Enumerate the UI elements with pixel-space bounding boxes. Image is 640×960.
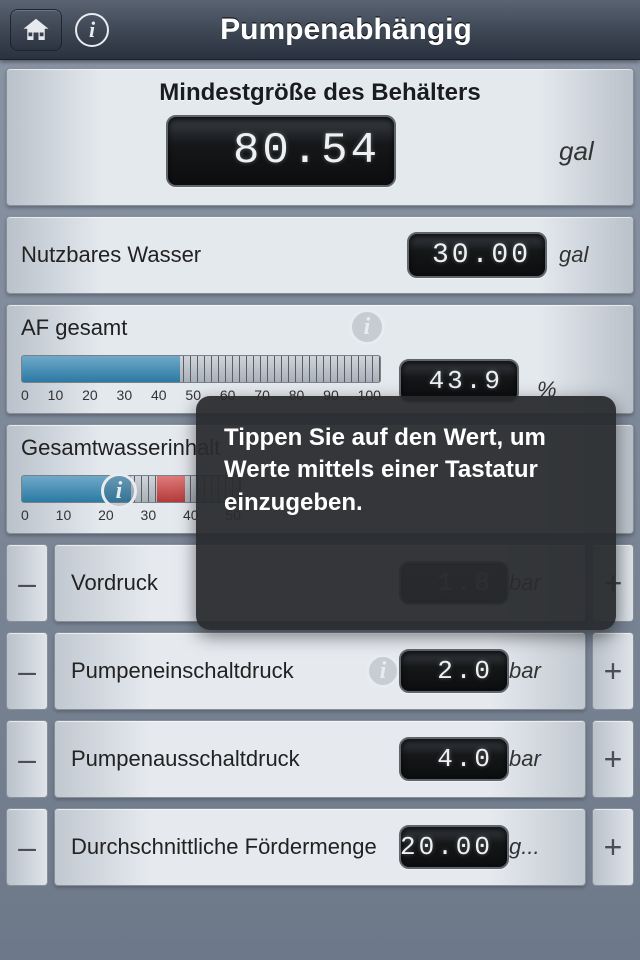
min-size-title: Mindestgröße des Behälters — [21, 79, 619, 107]
step-panel: Durchschnittliche Fördermenge 20.00 g... — [54, 808, 586, 886]
step-panel: Pumpeneinschaltdruck i 2.0 bar — [54, 632, 586, 710]
info-button[interactable]: i — [70, 9, 114, 51]
tooltip-text: Tippen Sie auf den Wert, um Werte mittel… — [224, 424, 546, 516]
usable-water-label: Nutzbares Wasser — [21, 242, 201, 268]
total-volume-info-button[interactable]: i — [99, 471, 139, 511]
increment-button[interactable]: + — [592, 632, 634, 710]
home-icon — [21, 15, 51, 45]
step-value[interactable]: 20.00 — [399, 825, 509, 869]
step-row: – Durchschnittliche Fördermenge 20.00 g.… — [6, 808, 634, 886]
step-unit: bar — [509, 658, 569, 684]
af-total-label: AF gesamt — [21, 315, 619, 341]
step-unit: bar — [509, 746, 569, 772]
panel-min-size: Mindestgröße des Behälters 80.54 gal — [6, 68, 634, 206]
decrement-button[interactable]: – — [6, 808, 48, 886]
content-area: Mindestgröße des Behälters 80.54 gal Nut… — [0, 60, 640, 960]
row-info-button[interactable]: i — [363, 651, 403, 691]
usable-water-value[interactable]: 30.00 — [407, 232, 547, 278]
decrement-button[interactable]: – — [6, 544, 48, 622]
decrement-button[interactable]: – — [6, 720, 48, 798]
info-icon: i — [366, 654, 400, 688]
step-value[interactable]: 2.0 — [399, 649, 509, 693]
panel-usable-water: Nutzbares Wasser 30.00 gal — [6, 216, 634, 294]
step-panel: Pumpenausschaltdruck 4.0 bar — [54, 720, 586, 798]
info-icon: i — [101, 473, 137, 509]
info-icon: i — [75, 13, 109, 47]
increment-button[interactable]: + — [592, 720, 634, 798]
tooltip-overlay[interactable]: Tippen Sie auf den Wert, um Werte mittel… — [196, 396, 616, 630]
home-button[interactable] — [10, 9, 62, 51]
info-icon: i — [349, 309, 385, 345]
step-unit: g... — [509, 834, 569, 860]
step-label: Pumpenausschaltdruck — [71, 746, 300, 772]
step-row: – Pumpeneinschaltdruck i 2.0 bar + — [6, 632, 634, 710]
af-total-info-button[interactable]: i — [347, 307, 387, 347]
af-total-fill — [22, 356, 180, 382]
header-bar: i Pumpenabhängig — [0, 0, 640, 60]
min-size-unit: gal — [559, 136, 619, 167]
min-size-value[interactable]: 80.54 — [166, 115, 396, 187]
decrement-button[interactable]: – — [6, 632, 48, 710]
step-label: Vordruck — [71, 570, 158, 596]
af-total-slider[interactable] — [21, 355, 381, 383]
increment-button[interactable]: + — [592, 808, 634, 886]
step-label: Durchschnittliche Fördermenge — [71, 834, 377, 860]
total-volume-marker — [157, 476, 185, 502]
usable-water-unit: gal — [559, 242, 619, 268]
page-title: Pumpenabhängig — [122, 13, 630, 47]
step-label: Pumpeneinschaltdruck — [71, 658, 294, 684]
step-row: – Pumpenausschaltdruck 4.0 bar + — [6, 720, 634, 798]
step-value[interactable]: 4.0 — [399, 737, 509, 781]
